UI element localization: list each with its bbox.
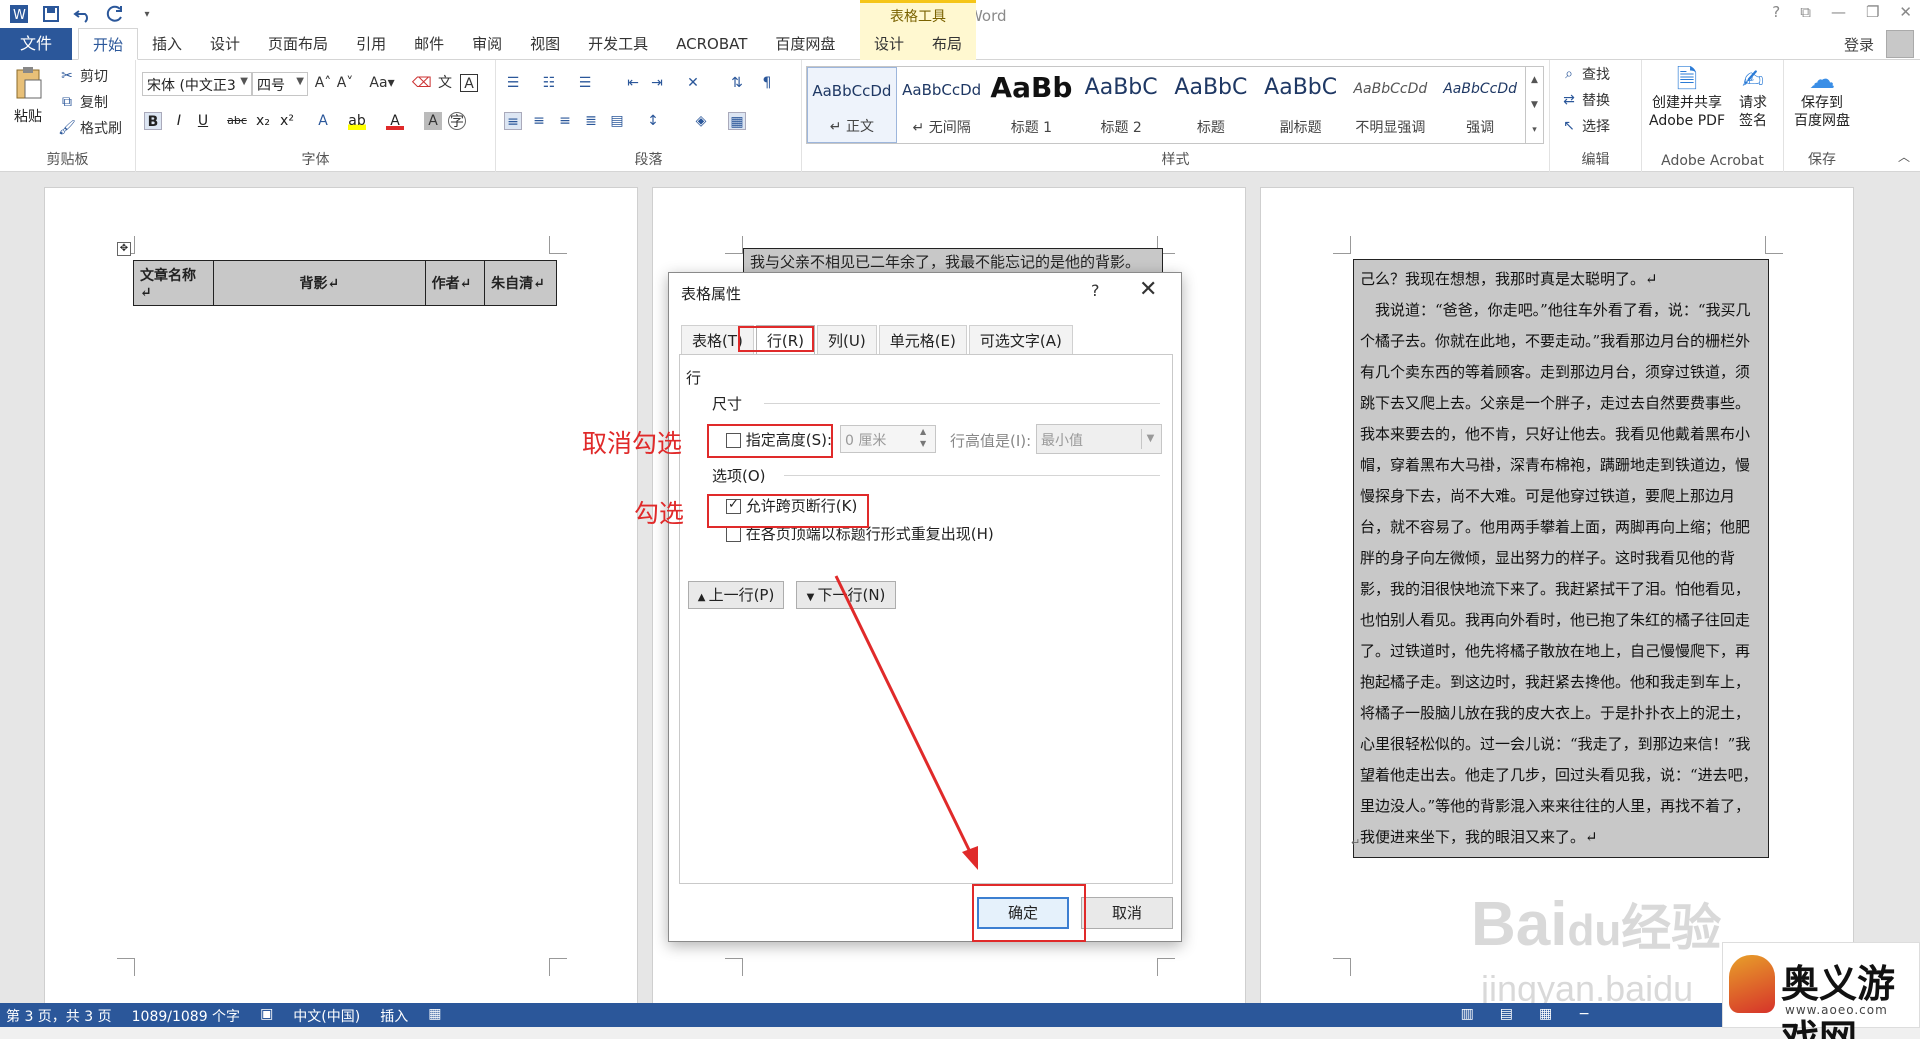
annotation-arrow [834,575,978,870]
zoom-out-icon[interactable]: − [1578,1006,1590,1022]
brand-mark-icon [1729,955,1775,1013]
word-count[interactable]: 1089/1089 个字 [132,1006,240,1026]
arrow-line [834,575,974,857]
arrow-head-icon [962,846,978,870]
proofing-icon[interactable]: ▣ [260,1006,273,1026]
read-mode-icon[interactable]: ▥ [1461,1006,1474,1022]
status-bar: 第 3 页，共 3 页 1089/1089 个字 ▣ 中文(中国) 插入 ▦ ▥… [0,1003,1920,1027]
brand-url: www.aoeo.com [1785,1003,1888,1017]
macro-record-icon[interactable]: ▦ [428,1006,441,1026]
status-items: 第 3 页，共 3 页 1089/1089 个字 ▣ 中文(中国) 插入 ▦ [6,1006,441,1026]
insert-mode-indicator[interactable]: 插入 [380,1006,408,1026]
view-controls: ▥ ▤ ▦ − [1461,1006,1590,1022]
taskbar-strip [0,1027,1920,1039]
page-indicator[interactable]: 第 3 页，共 3 页 [6,1006,112,1026]
language-indicator[interactable]: 中文(中国) [293,1006,360,1026]
brand-logo: 奥义游戏网 www.aoeo.com [1722,942,1920,1039]
web-layout-icon[interactable]: ▦ [1539,1006,1552,1022]
print-layout-icon[interactable]: ▤ [1500,1006,1513,1022]
brand-name: 奥义游戏网 [1781,961,1896,1039]
